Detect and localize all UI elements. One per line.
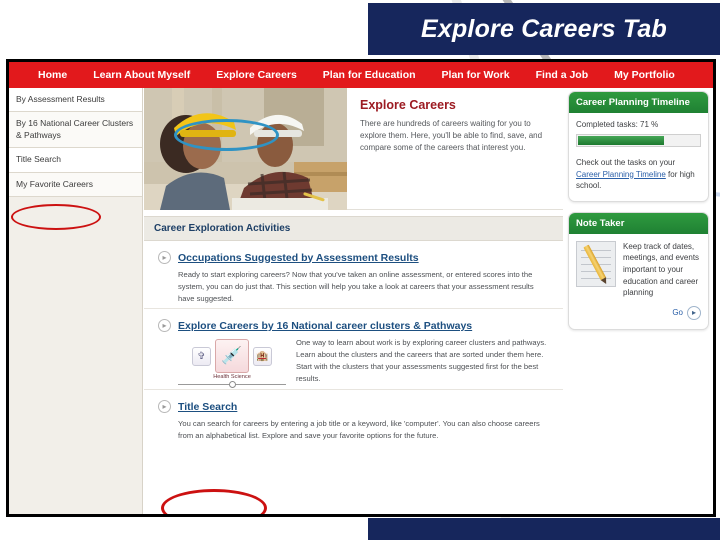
cluster-carousel-label: Health Science xyxy=(213,374,251,381)
activity-heading[interactable]: ▸ Explore Careers by 16 National career … xyxy=(158,319,549,333)
link-explore-careers-by-16-national-career-clusters[interactable]: Explore Careers by 16 National career cl… xyxy=(178,320,472,332)
sidebar-item-by-assessment-results[interactable]: By Assessment Results xyxy=(9,88,142,113)
go-label: Go xyxy=(672,308,683,318)
carousel-knob-icon[interactable] xyxy=(228,381,236,389)
hospitality-cluster-icon[interactable]: 🏨 xyxy=(253,346,272,366)
left-sidebar: By Assessment Results By 16 National Car… xyxy=(9,88,143,514)
chevron-right-icon: ▸ xyxy=(158,319,171,333)
note-taker-go[interactable]: Go ▸ xyxy=(576,305,701,320)
hero-photo xyxy=(144,88,347,210)
panel-body: Completed tasks: 71 % Check out the task… xyxy=(569,113,708,201)
sidebar-item-my-favorite-careers[interactable]: My Favorite Careers xyxy=(9,172,142,198)
nav-item-plan-for-work[interactable]: Plan for Work xyxy=(429,62,523,88)
sidebar-item-by-16-national-career-clusters[interactable]: By 16 National Career Clusters & Pathway… xyxy=(9,112,142,149)
activity-heading[interactable]: ▸ Occupations Suggested by Assessment Re… xyxy=(158,251,549,264)
activity-description: Ready to start exploring careers? Now th… xyxy=(178,270,534,303)
panel-title-career-planning-timeline: Career Planning Timeline xyxy=(569,92,708,113)
panel-title-note-taker: Note Taker xyxy=(569,212,708,234)
main-navigation[interactable]: Home Learn About Myself Explore Careers … xyxy=(9,62,713,88)
completed-tasks-label: Completed tasks: 71 % xyxy=(576,120,659,129)
page-title: Explore Careers xyxy=(360,98,456,112)
panel-body: Keep track of dates, meetings, and event… xyxy=(569,234,708,329)
nav-item-plan-for-education[interactable]: Plan for Education xyxy=(310,62,429,88)
health-science-cluster-icon[interactable]: 💉 xyxy=(215,339,249,374)
timeline-note-before: Check out the tasks on your xyxy=(576,158,676,167)
activity-description: One way to learn about work is by explor… xyxy=(296,338,547,383)
chevron-right-icon: ▸ xyxy=(158,251,171,264)
right-sidebar: Career Planning Timeline Completed tasks… xyxy=(564,88,713,514)
activity-title-search: ▸ Title Search You can search for career… xyxy=(144,389,563,446)
note-taker-row: Keep track of dates, meetings, and event… xyxy=(576,240,701,299)
hero-description: There are hundreds of careers waiting fo… xyxy=(360,119,543,152)
nav-item-home[interactable]: Home xyxy=(25,62,80,88)
timeline-note: Check out the tasks on your Career Plann… xyxy=(576,157,701,192)
note-taker-description: Keep track of dates, meetings, and event… xyxy=(623,241,700,298)
hero-text: Explore Careers There are hundreds of ca… xyxy=(347,88,563,209)
slide-title-banner: Explore Careers Tab xyxy=(368,3,720,55)
main-content: Explore Careers There are hundreds of ca… xyxy=(144,88,563,514)
nav-item-my-portfolio[interactable]: My Portfolio xyxy=(601,62,688,88)
application-screenshot: Home Learn About Myself Explore Careers … xyxy=(6,59,716,517)
chevron-right-icon: ▸ xyxy=(158,400,171,414)
panel-note-taker: Note Taker Keep track of dates, meetings… xyxy=(568,211,709,330)
activity-row: ✞ 💉 🏨 Health Science One way to learn ab… xyxy=(158,337,549,389)
nav-item-explore-careers[interactable]: Explore Careers xyxy=(203,62,310,88)
activity-heading[interactable]: ▸ Title Search xyxy=(158,400,549,414)
activity-explore-by-clusters: ▸ Explore Careers by 16 National career … xyxy=(144,308,563,389)
section-header-career-exploration-activities: Career Exploration Activities xyxy=(144,216,563,241)
activity-description: You can search for careers by entering a… xyxy=(178,419,540,441)
cluster-carousel[interactable]: ✞ 💉 🏨 Health Science xyxy=(178,337,286,389)
panel-career-planning-timeline: Career Planning Timeline Completed tasks… xyxy=(568,91,709,202)
tools-cluster-icon[interactable]: ✞ xyxy=(192,346,211,366)
sidebar-item-title-search[interactable]: Title Search xyxy=(9,148,142,173)
cluster-icon-row: ✞ 💉 🏨 xyxy=(178,339,286,374)
hero-section: Explore Careers There are hundreds of ca… xyxy=(144,88,563,210)
activity-occupations-suggested: ▸ Occupations Suggested by Assessment Re… xyxy=(144,241,563,308)
progress-bar xyxy=(576,134,701,147)
link-title-search[interactable]: Title Search xyxy=(178,401,237,413)
slide-title: Explore Careers Tab xyxy=(420,14,668,43)
chevron-right-icon[interactable]: ▸ xyxy=(687,305,701,320)
nav-item-find-a-job[interactable]: Find a Job xyxy=(523,62,602,88)
link-career-planning-timeline[interactable]: Career Planning Timeline xyxy=(576,170,666,179)
progress-bar-fill xyxy=(578,136,664,145)
nav-item-learn-about-myself[interactable]: Learn About Myself xyxy=(80,62,203,88)
carousel-rail[interactable] xyxy=(178,381,286,389)
notepad-pencil-icon xyxy=(576,240,616,287)
slide-bottom-bar xyxy=(368,518,720,540)
link-occupations-suggested-by-assessment-results[interactable]: Occupations Suggested by Assessment Resu… xyxy=(178,252,419,264)
